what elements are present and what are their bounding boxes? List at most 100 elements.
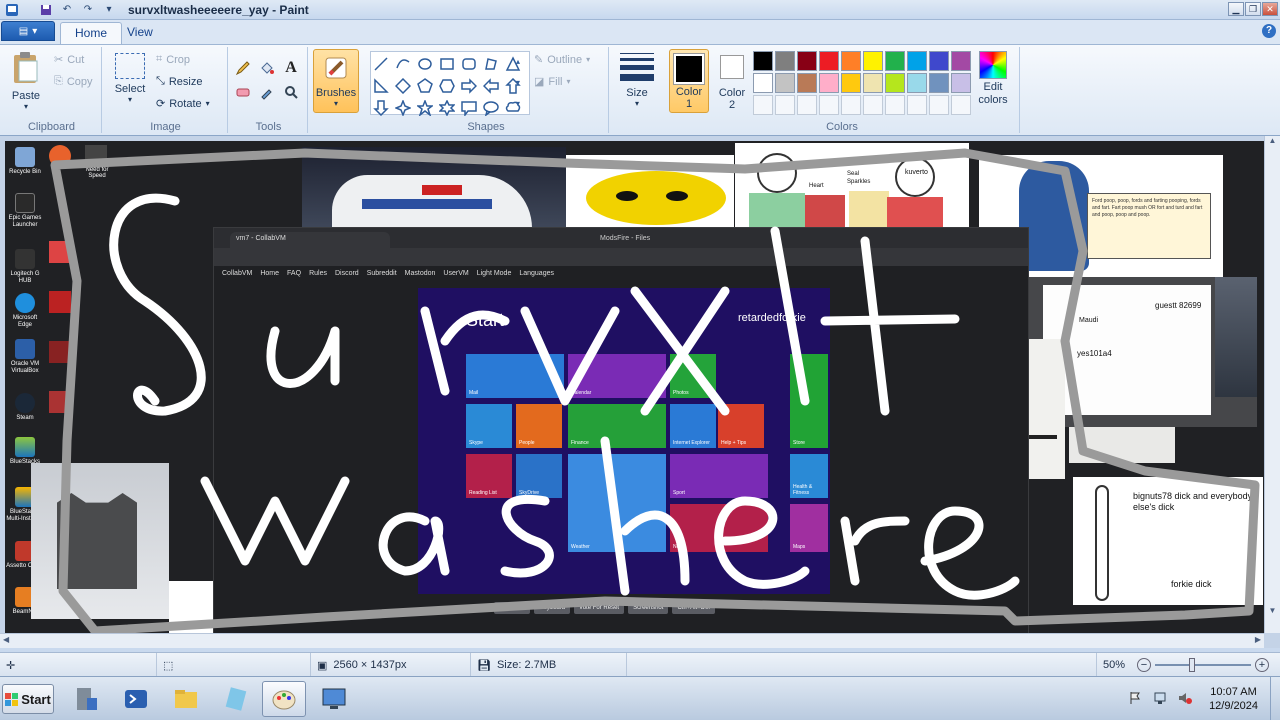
color-swatch-2[interactable]	[775, 51, 795, 71]
customize-qa-icon[interactable]: ▾	[100, 2, 118, 18]
down-arrow-shape-icon[interactable]	[371, 98, 391, 118]
horizontal-scrollbar[interactable]: ◀ ▶	[0, 633, 1264, 648]
color-swatch-11[interactable]	[753, 73, 773, 93]
minimize-button[interactable]: ▁	[1228, 2, 1244, 16]
rounded-rectangle-shape-icon[interactable]	[459, 54, 479, 74]
color-swatch-12[interactable]	[775, 73, 795, 93]
powershell-app[interactable]	[114, 681, 158, 717]
custom-color-slot[interactable]	[841, 95, 861, 115]
zoom-in-icon[interactable]: +	[1255, 658, 1269, 672]
outline-button[interactable]: ✎ Outline ▾	[534, 53, 590, 67]
action-center-flag-icon[interactable]	[1128, 691, 1142, 705]
crop-button[interactable]: ⌗ Crop	[156, 53, 190, 66]
start-button[interactable]: Start	[2, 684, 54, 714]
server-manager-app[interactable]	[64, 681, 108, 717]
network-icon[interactable]	[1154, 691, 1168, 705]
restore-button[interactable]: ❐	[1245, 2, 1261, 16]
show-desktop-button[interactable]	[1270, 677, 1280, 720]
custom-color-slot[interactable]	[753, 95, 773, 115]
pentagon-shape-icon[interactable]	[415, 76, 435, 96]
close-button[interactable]: ✕	[1262, 2, 1278, 16]
zoom-slider-thumb[interactable]	[1189, 658, 1195, 672]
custom-color-slot[interactable]	[951, 95, 971, 115]
notepad-app[interactable]	[214, 681, 258, 717]
six-point-star-icon[interactable]	[437, 98, 457, 118]
oval-shape-icon[interactable]	[415, 54, 435, 74]
right-arrow-shape-icon[interactable]	[459, 76, 479, 96]
resize-button[interactable]: ⤡ Resize	[156, 75, 202, 88]
redo-icon[interactable]: ↷	[79, 2, 97, 18]
custom-color-slot[interactable]	[797, 95, 817, 115]
magnifier-icon[interactable]	[280, 81, 302, 103]
color-swatch-6[interactable]	[863, 51, 883, 71]
custom-color-slot[interactable]	[863, 95, 883, 115]
fill-bucket-icon[interactable]	[256, 57, 278, 79]
color-swatch-7[interactable]	[885, 51, 905, 71]
save-icon[interactable]	[37, 2, 55, 18]
scroll-right-icon[interactable]: ▶	[1255, 635, 1261, 644]
rotate-button[interactable]: ⟳ Rotate ▾	[156, 97, 210, 111]
file-explorer-app[interactable]	[164, 681, 208, 717]
text-icon[interactable]: A	[280, 57, 302, 79]
color-swatch-18[interactable]	[907, 73, 927, 93]
color-swatch-1[interactable]	[753, 51, 773, 71]
color-swatch-13[interactable]	[797, 73, 817, 93]
color-swatch-14[interactable]	[819, 73, 839, 93]
paint-menu-button[interactable]: ▤ ▾	[1, 21, 55, 41]
curve-shape-icon[interactable]	[393, 54, 413, 74]
custom-color-slot[interactable]	[929, 95, 949, 115]
system-clock[interactable]: 10:07 AM 12/9/2024	[1209, 685, 1258, 713]
polygon-shape-icon[interactable]	[481, 54, 501, 74]
color2-button[interactable]: Color 2	[713, 49, 751, 111]
left-arrow-shape-icon[interactable]	[481, 76, 501, 96]
rect-callout-icon[interactable]	[459, 98, 479, 118]
pencil-icon[interactable]	[232, 57, 254, 79]
eraser-icon[interactable]	[232, 81, 254, 103]
color-swatch-5[interactable]	[841, 51, 861, 71]
canvas-area[interactable]: Recycle Bin Epic Games Launcher Logitech…	[0, 136, 1280, 648]
scroll-left-icon[interactable]: ◀	[3, 635, 9, 644]
help-icon[interactable]: ?	[1262, 24, 1276, 38]
color-swatch-20[interactable]	[951, 73, 971, 93]
vertical-scrollbar[interactable]: ▲ ▼	[1264, 136, 1280, 633]
color-swatch-8[interactable]	[907, 51, 927, 71]
remote-desktop-app[interactable]	[312, 681, 356, 717]
paste-button[interactable]: Paste ▾	[6, 51, 46, 111]
color1-button[interactable]: Color 1	[669, 49, 709, 113]
color-swatch-9[interactable]	[929, 51, 949, 71]
color-picker-icon[interactable]	[256, 81, 278, 103]
paint-app[interactable]	[262, 681, 306, 717]
hexagon-shape-icon[interactable]	[437, 76, 457, 96]
zoom-out-icon[interactable]: −	[1137, 658, 1151, 672]
line-shape-icon[interactable]	[371, 54, 391, 74]
zoom-slider[interactable]	[1155, 658, 1251, 672]
size-button[interactable]: Size ▾	[615, 53, 659, 108]
right-triangle-shape-icon[interactable]	[371, 76, 391, 96]
color-swatch-3[interactable]	[797, 51, 817, 71]
color-swatch-4[interactable]	[819, 51, 839, 71]
custom-color-slot[interactable]	[885, 95, 905, 115]
color-swatch-15[interactable]	[841, 73, 861, 93]
edit-colors-button[interactable]: Edit colors	[973, 51, 1013, 107]
undo-icon[interactable]: ↶	[58, 2, 76, 18]
volume-muted-icon[interactable]	[1178, 691, 1192, 705]
select-button[interactable]: Select ▾	[110, 53, 150, 104]
color-swatch-17[interactable]	[885, 73, 905, 93]
app-icon[interactable]	[3, 2, 21, 18]
brushes-button[interactable]: Brushes ▾	[313, 49, 359, 113]
paint-canvas[interactable]: Recycle Bin Epic Games Launcher Logitech…	[5, 141, 1264, 635]
scroll-down-icon[interactable]: ▼	[1265, 606, 1280, 615]
color-swatch-16[interactable]	[863, 73, 883, 93]
custom-color-slot[interactable]	[775, 95, 795, 115]
custom-color-slot[interactable]	[907, 95, 927, 115]
custom-color-slot[interactable]	[819, 95, 839, 115]
rectangle-shape-icon[interactable]	[437, 54, 457, 74]
oval-callout-icon[interactable]	[481, 98, 501, 118]
scroll-up-icon[interactable]: ▲	[1265, 136, 1280, 145]
fill-button[interactable]: ◪ Fill ▾	[534, 75, 570, 89]
tab-view[interactable]: View	[113, 22, 167, 44]
color-swatch-10[interactable]	[951, 51, 971, 71]
copy-button[interactable]: ⎘ Copy	[54, 75, 93, 88]
diamond-shape-icon[interactable]	[393, 76, 413, 96]
shapes-scroll[interactable]: ▴ ▾ ▾	[516, 51, 520, 114]
